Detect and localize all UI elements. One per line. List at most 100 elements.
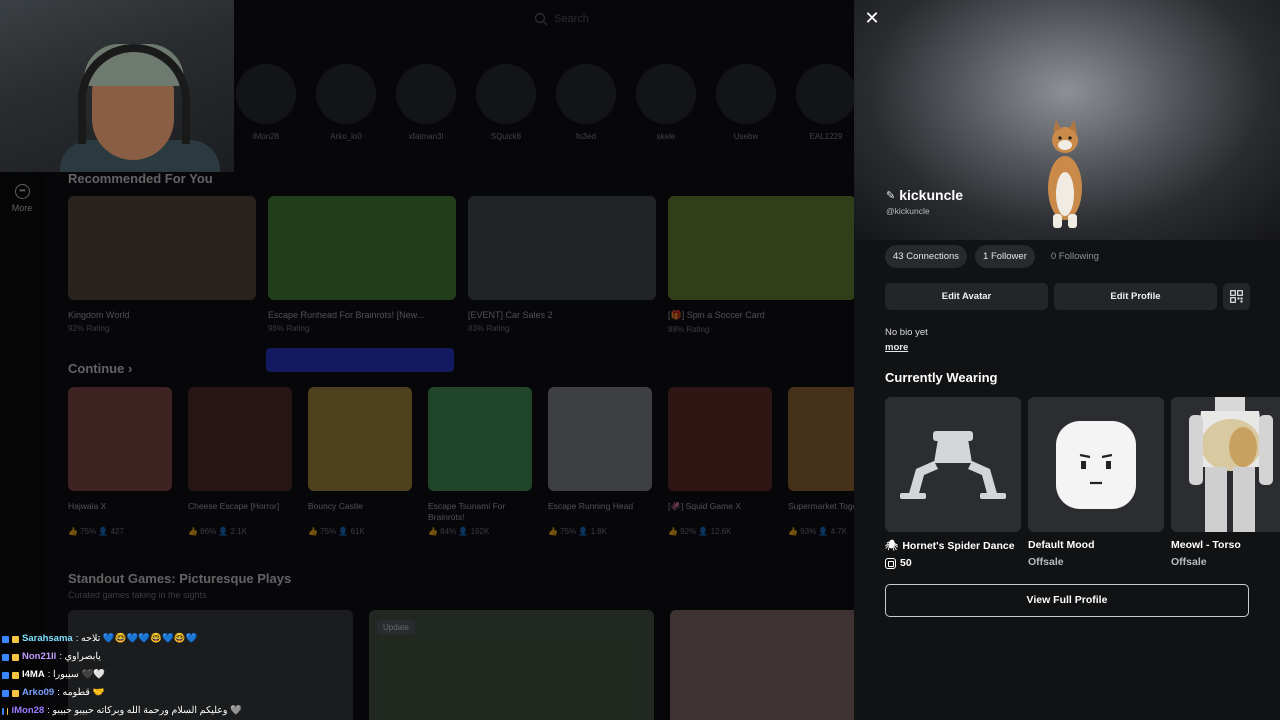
friend-name: SQuick8 (490, 132, 522, 141)
username-handle: @kickuncle (886, 206, 930, 216)
connections-pill[interactable]: 43 Connections (885, 245, 968, 268)
game-stats: 👍 92% 👤 12.6K (668, 527, 732, 536)
wearing-item-name: Meowl - Torso (1171, 539, 1241, 551)
chat-username: Arko09 (22, 687, 55, 698)
wearing-item[interactable]: 🕷 Hornet's Spider Dance 50 (885, 397, 1021, 569)
game-card[interactable]: Escape Running Head 👍 75% 👤 1.8K (548, 387, 652, 536)
chat-text: : تلاحه 💙🤓💙💙🤓💙🤓💙 (75, 633, 198, 644)
chat-message: Sarahsama: تلاحه 💙🤓💙💙🤓💙🤓💙 (2, 630, 242, 648)
friend-name: fo3ed (575, 132, 597, 141)
friend-avatar-item[interactable]: SQuick8 (476, 64, 536, 141)
game-thumbnail (68, 196, 256, 300)
chat-text: : قطومه 🤝 (57, 687, 105, 698)
continue-title[interactable]: Continue › (68, 361, 132, 376)
game-card[interactable]: Hajwala X 👍 75% 👤 427 (68, 387, 172, 536)
edit-avatar-button[interactable]: Edit Avatar (885, 283, 1048, 310)
wearing-item-thumbnail (1028, 397, 1164, 532)
standout-subtitle: Curated games taking in the sights (68, 590, 207, 600)
spider-emote-icon (900, 430, 1006, 499)
game-card[interactable]: Bouncy Castle 👍 75% 👤 61K (308, 387, 412, 536)
friend-avatar-item[interactable]: fo3ed (556, 64, 616, 141)
chat-badge-icon (2, 707, 4, 715)
continue-label: Continue (68, 361, 125, 376)
chat-badge-icon (2, 689, 9, 697)
more-label: More (11, 203, 33, 213)
game-title: Supermarket Together (788, 501, 854, 511)
friend-name: Usebw (733, 132, 759, 141)
search-bar[interactable]: Search (534, 10, 684, 28)
game-thumbnail (668, 387, 772, 491)
pencil-icon[interactable]: ✎ (886, 189, 895, 202)
game-thumbnail (548, 387, 652, 491)
recommended-title: Recommended For You (68, 171, 213, 186)
friend-avatar-item[interactable]: iMon28 (236, 64, 296, 141)
play-button[interactable] (266, 348, 454, 372)
game-card[interactable]: Kingdom World 92% Rating (68, 196, 256, 334)
game-title: Kingdom World (68, 310, 130, 320)
game-rating: 96% Rating (268, 324, 310, 333)
wearing-item-price: Offsale (1028, 556, 1064, 568)
game-rating: 88% Rating (668, 325, 710, 334)
friend-avatar-item[interactable]: xfatman3l (396, 64, 456, 141)
game-title: [EVENT] Car Sales 2 (468, 310, 553, 320)
chat-text: : وعليكم السلام ورحمة الله وبركاته حبيبو… (47, 705, 242, 716)
friend-name: Arko_lo0 (330, 132, 362, 141)
webcam-overlay (0, 0, 234, 172)
friend-avatar-item[interactable]: Arko_lo0 (316, 64, 376, 141)
game-card[interactable]: [🎁] Spin a Soccer Card 88% Rating (668, 196, 854, 334)
game-stats: 👍 75% 👤 1.8K (548, 527, 608, 536)
chat-text: : سيبورا 🖤🤍 (47, 669, 106, 680)
display-name-row[interactable]: ✎ kickuncle (886, 187, 963, 203)
friend-avatar-item[interactable]: skele (636, 64, 696, 141)
avatar (476, 64, 536, 124)
wearing-item-price: 50 (900, 557, 912, 569)
game-card[interactable]: Escape Runhead For Brainrots! [New... 96%… (268, 196, 456, 334)
game-title: Bouncy Castle (308, 501, 363, 511)
game-title: Cheese Escape [Horror] (188, 501, 280, 511)
friend-avatar-item[interactable]: EAL1229 (796, 64, 854, 141)
wearing-item-thumbnail (885, 397, 1021, 532)
currently-wearing-title: Currently Wearing (885, 370, 998, 385)
edit-profile-button[interactable]: Edit Profile (1054, 283, 1217, 310)
chat-username: Non21ll (22, 651, 57, 662)
game-card[interactable]: Escape Tsunami For Brainrots! 👍 84% 👤 192… (428, 387, 532, 536)
game-card[interactable]: [🦑] Squid Game X 👍 92% 👤 12.6K (668, 387, 772, 536)
wearing-item-name: Default Mood (1028, 539, 1095, 551)
friend-name: EAL1229 (809, 132, 843, 141)
game-card[interactable]: Supermarket Together 👍 93% 👤 4.7K (788, 387, 854, 536)
close-icon[interactable]: ✕ (862, 8, 882, 28)
standout-game-card[interactable] (670, 610, 854, 720)
avatar (316, 64, 376, 124)
chat-message: Non21ll: يابصراوي (2, 648, 242, 666)
wearing-item[interactable]: Default Mood Offsale (1028, 397, 1164, 569)
emote-icon: 🕷 (885, 540, 899, 552)
game-card[interactable]: Cheese Escape [Horror] 👍 86% 👤 2.1K (188, 387, 292, 536)
standout-game-card[interactable]: Update (369, 610, 654, 720)
recommended-row: Kingdom World 92% Rating Escape Runhead Fo… (68, 196, 854, 334)
chat-badge-icon (2, 653, 9, 661)
game-rating: 83% Rating (468, 324, 510, 333)
currently-wearing-row: 🕷 Hornet's Spider Dance 50 Default Mood O… (885, 397, 1280, 569)
chevron-right-icon: › (127, 361, 133, 376)
bio-more-link[interactable]: more (885, 342, 908, 353)
continue-row: Hajwala X 👍 75% 👤 427 Cheese Escape [Horro… (68, 387, 854, 536)
profile-actions: Edit Avatar Edit Profile (885, 283, 1250, 310)
game-card[interactable]: [EVENT] Car Sales 2 83% Rating (468, 196, 656, 334)
more-button[interactable]: ••• More (4, 184, 40, 213)
friend-avatar-item[interactable]: Usebw (716, 64, 776, 141)
avatar (236, 64, 296, 124)
following-pill[interactable]: 0 Following (1043, 245, 1107, 268)
followers-pill[interactable]: 1 Follower (975, 245, 1035, 268)
wearing-item[interactable]: Meowl - Torso Offsale (1171, 397, 1280, 569)
update-badge: Update (377, 620, 415, 635)
wearing-item-thumbnail (1171, 397, 1280, 532)
game-title: [🦑] Squid Game X (668, 501, 741, 511)
qr-code-button[interactable] (1223, 283, 1250, 310)
chat-text: : يابصراوي (59, 651, 101, 662)
qr-code-icon (1230, 290, 1243, 303)
game-stats: 👍 84% 👤 192K (428, 527, 490, 536)
view-full-profile-button[interactable]: View Full Profile (885, 584, 1249, 617)
chat-badge-icon (2, 635, 9, 643)
wearing-item-price: Offsale (1171, 556, 1207, 568)
search-placeholder: Search (554, 13, 589, 25)
